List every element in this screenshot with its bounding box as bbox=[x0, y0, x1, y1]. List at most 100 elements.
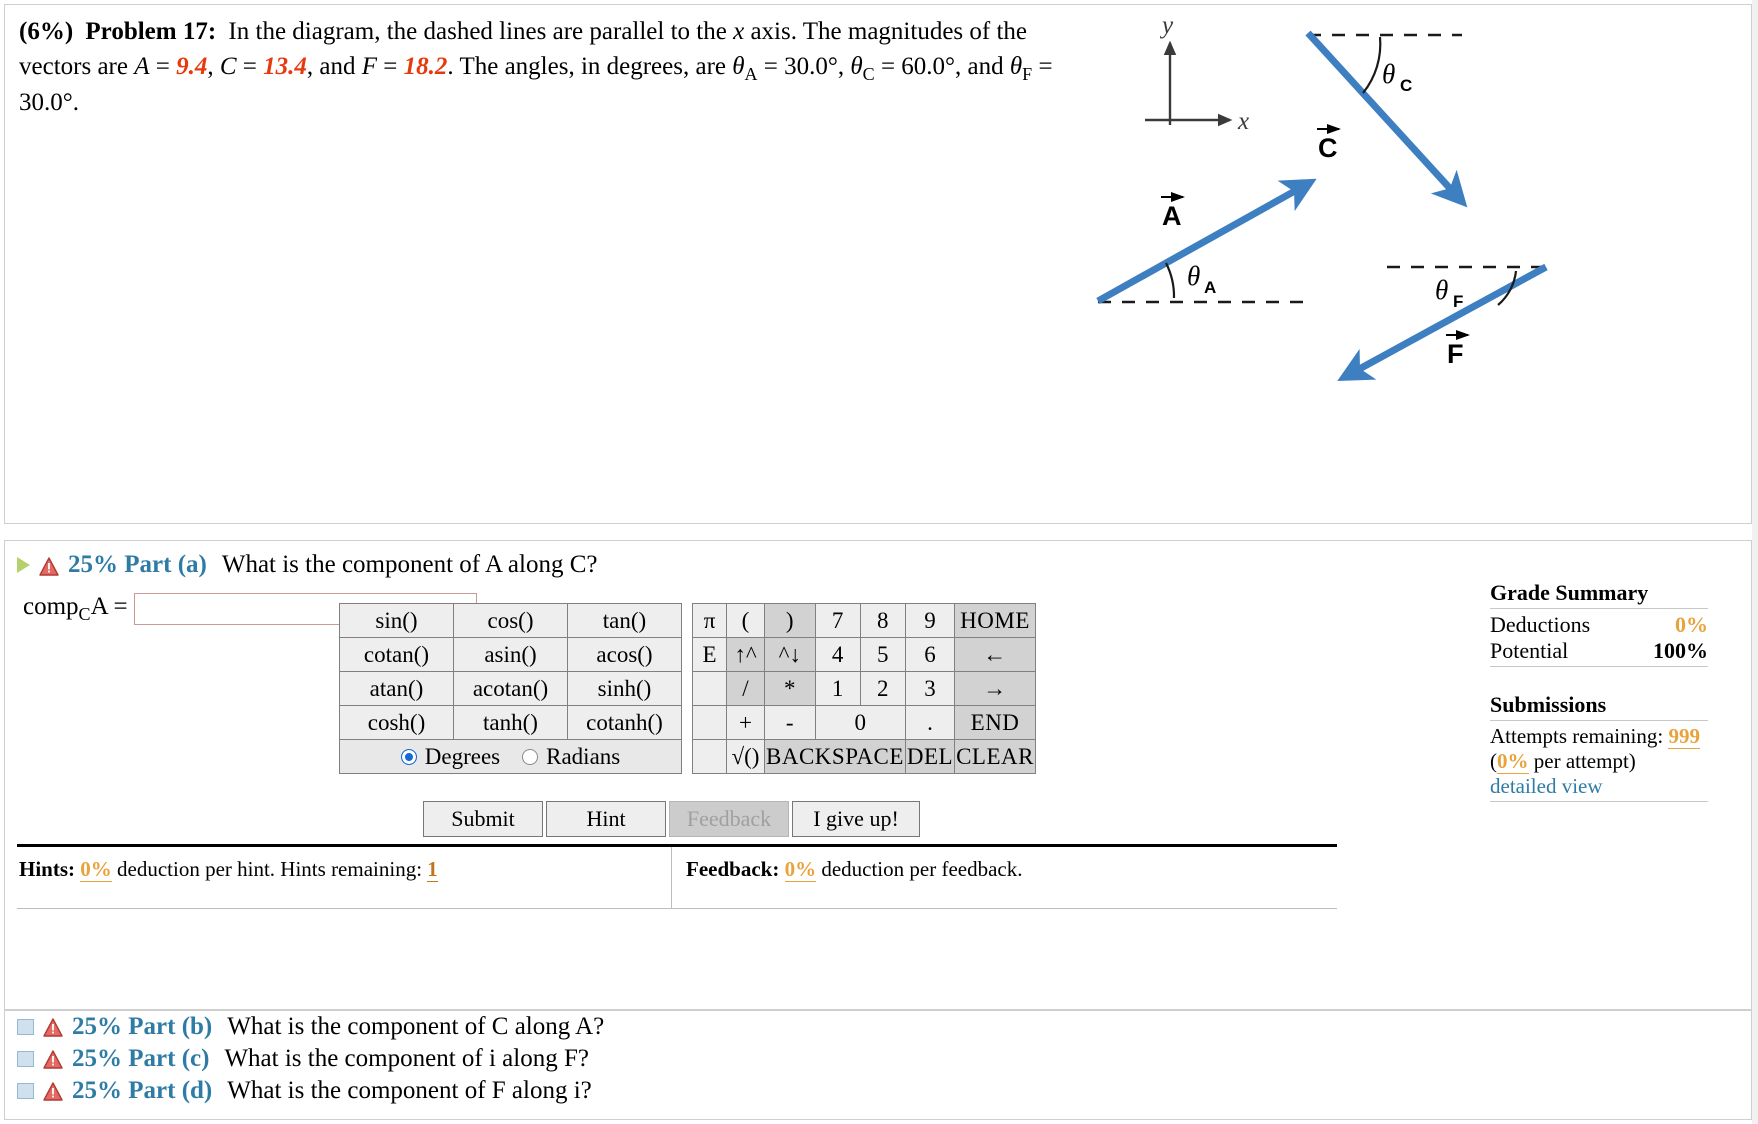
key-8[interactable]: 8 bbox=[859, 603, 906, 638]
key-cosh[interactable]: cosh() bbox=[339, 705, 454, 740]
angle-mode-row: Degrees Radians bbox=[339, 739, 682, 774]
key-end: END bbox=[954, 705, 1036, 740]
key-open-paren[interactable]: ( bbox=[726, 603, 765, 638]
eq-2: = bbox=[236, 52, 264, 80]
problem-sentence-2b: . The angles, in degrees, are bbox=[447, 52, 733, 80]
key-const-blank-2 bbox=[692, 705, 727, 740]
svg-text:x: x bbox=[1237, 108, 1249, 135]
other-parts-panel: 25% Part (b) What is the component of C … bbox=[4, 1010, 1752, 1120]
table-row: sin() cos() tan() bbox=[339, 603, 682, 638]
key-7[interactable]: 7 bbox=[814, 603, 861, 638]
eq-3: = bbox=[377, 52, 404, 80]
hints-remaining-count: 1 bbox=[427, 857, 438, 882]
key-minus[interactable]: - bbox=[764, 705, 816, 740]
per-attempt-open: ( bbox=[1490, 749, 1497, 773]
degrees-radio[interactable] bbox=[400, 748, 417, 765]
problem-sentence-3: 30.0°. bbox=[19, 89, 79, 117]
grade-summary-panel: Grade Summary Deductions 0% Potential 10… bbox=[1490, 580, 1708, 805]
problem-sentence-1b: axis. The magnitudes of the bbox=[744, 18, 1028, 45]
key-home: HOME bbox=[954, 603, 1036, 638]
warning-triangle-icon bbox=[39, 556, 59, 576]
theta-F-symbol: θ bbox=[1009, 52, 1023, 80]
svg-text:θ: θ bbox=[1382, 59, 1395, 89]
potential-label: Potential bbox=[1490, 638, 1569, 663]
table-row: π ( ) 7 8 9 HOME bbox=[692, 603, 1036, 638]
theta-F-eq: = bbox=[1032, 52, 1053, 80]
feedback-button: Feedback bbox=[669, 801, 789, 837]
key-del: DEL bbox=[904, 739, 956, 774]
key-multiply: * bbox=[764, 671, 816, 706]
key-asin[interactable]: asin() bbox=[453, 637, 568, 672]
attempts-label: Attempts remaining: bbox=[1490, 724, 1664, 748]
key-cos[interactable]: cos() bbox=[453, 603, 568, 638]
attempts-value: 999 bbox=[1668, 724, 1700, 749]
key-atan[interactable]: atan() bbox=[339, 671, 454, 706]
svg-text:F: F bbox=[1447, 339, 1464, 369]
key-5[interactable]: 5 bbox=[859, 637, 906, 672]
radians-radio[interactable] bbox=[522, 748, 539, 765]
table-row: √() BACKSPACE DEL CLEAR bbox=[692, 739, 1036, 774]
key-cotan[interactable]: cotan() bbox=[339, 637, 454, 672]
part-d-row[interactable]: 25% Part (d) What is the component of F … bbox=[5, 1075, 1751, 1107]
key-close-paren: ) bbox=[764, 603, 816, 638]
key-plus[interactable]: + bbox=[726, 705, 765, 740]
deductions-row: Deductions 0% bbox=[1490, 612, 1708, 638]
svg-text:θ: θ bbox=[1435, 275, 1448, 305]
action-buttons: Submit Hint Feedback I give up! bbox=[423, 801, 920, 837]
key-sin[interactable]: sin() bbox=[339, 603, 454, 638]
key-tan[interactable]: tan() bbox=[567, 603, 682, 638]
key-tanh[interactable]: tanh() bbox=[453, 705, 568, 740]
key-sqrt[interactable]: √() bbox=[726, 739, 765, 774]
key-power-up: ↑^ bbox=[726, 637, 765, 672]
key-e[interactable]: E bbox=[692, 637, 727, 672]
part-c-question: What is the component of i along F? bbox=[224, 1045, 589, 1072]
give-up-button[interactable]: I give up! bbox=[792, 801, 920, 837]
part-d-percent: 25% Part (d) bbox=[72, 1077, 213, 1104]
warning-triangle-icon bbox=[43, 1081, 63, 1101]
key-3[interactable]: 3 bbox=[904, 671, 956, 706]
key-4[interactable]: 4 bbox=[814, 637, 861, 672]
part-a-question: What is the component of A along C? bbox=[221, 551, 598, 578]
key-sinh[interactable]: sinh() bbox=[567, 671, 682, 706]
key-2[interactable]: 2 bbox=[859, 671, 906, 706]
hint-button[interactable]: Hint bbox=[546, 801, 666, 837]
expand-box-icon[interactable] bbox=[17, 1051, 34, 1067]
key-backspace: BACKSPACE bbox=[764, 739, 906, 774]
key-cursor-left: ← bbox=[954, 637, 1036, 672]
key-acos[interactable]: acos() bbox=[567, 637, 682, 672]
hints-label: Hints: bbox=[19, 857, 76, 881]
svg-text:C: C bbox=[1318, 133, 1338, 163]
feedback-middle-text: deduction per feedback. bbox=[821, 857, 1023, 881]
magnitude-A-value: 9.4 bbox=[176, 52, 208, 80]
key-pi[interactable]: π bbox=[692, 603, 727, 638]
expand-triangle-icon[interactable] bbox=[17, 557, 30, 573]
key-cursor-right: → bbox=[954, 671, 1036, 706]
expand-box-icon[interactable] bbox=[17, 1019, 34, 1035]
part-c-percent: 25% Part (c) bbox=[72, 1045, 210, 1072]
svg-text:A: A bbox=[1162, 201, 1182, 231]
part-d-question: What is the component of F along i? bbox=[227, 1077, 592, 1104]
key-cotanh[interactable]: cotanh() bbox=[567, 705, 682, 740]
part-c-row[interactable]: 25% Part (c) What is the component of i … bbox=[5, 1043, 1751, 1075]
key-6[interactable]: 6 bbox=[904, 637, 956, 672]
table-row: cotan() asin() acos() bbox=[339, 637, 682, 672]
attempts-row: Attempts remaining: 999 bbox=[1490, 724, 1708, 749]
key-0[interactable]: 0 bbox=[814, 705, 906, 740]
submit-button[interactable]: Submit bbox=[423, 801, 543, 837]
part-b-question: What is the component of C along A? bbox=[227, 1013, 605, 1040]
key-9[interactable]: 9 bbox=[904, 603, 956, 638]
key-acotan[interactable]: acotan() bbox=[453, 671, 568, 706]
detailed-view-link[interactable]: detailed view bbox=[1490, 774, 1708, 799]
page-scrollbar[interactable] bbox=[1752, 0, 1758, 1124]
degrees-label: Degrees bbox=[424, 743, 501, 769]
problem-label: Problem 17: bbox=[85, 18, 217, 45]
theta-A-subscript: A bbox=[744, 63, 758, 84]
key-1[interactable]: 1 bbox=[814, 671, 861, 706]
part-b-row[interactable]: 25% Part (b) What is the component of C … bbox=[5, 1011, 1751, 1043]
comma-2: , and bbox=[306, 52, 362, 80]
theta-F-subscript: F bbox=[1022, 63, 1033, 84]
expand-box-icon[interactable] bbox=[17, 1083, 34, 1099]
problem-statement-panel: (6%) Problem 17: In the diagram, the das… bbox=[4, 4, 1752, 524]
deductions-label: Deductions bbox=[1490, 612, 1591, 637]
key-decimal[interactable]: . bbox=[904, 705, 956, 740]
